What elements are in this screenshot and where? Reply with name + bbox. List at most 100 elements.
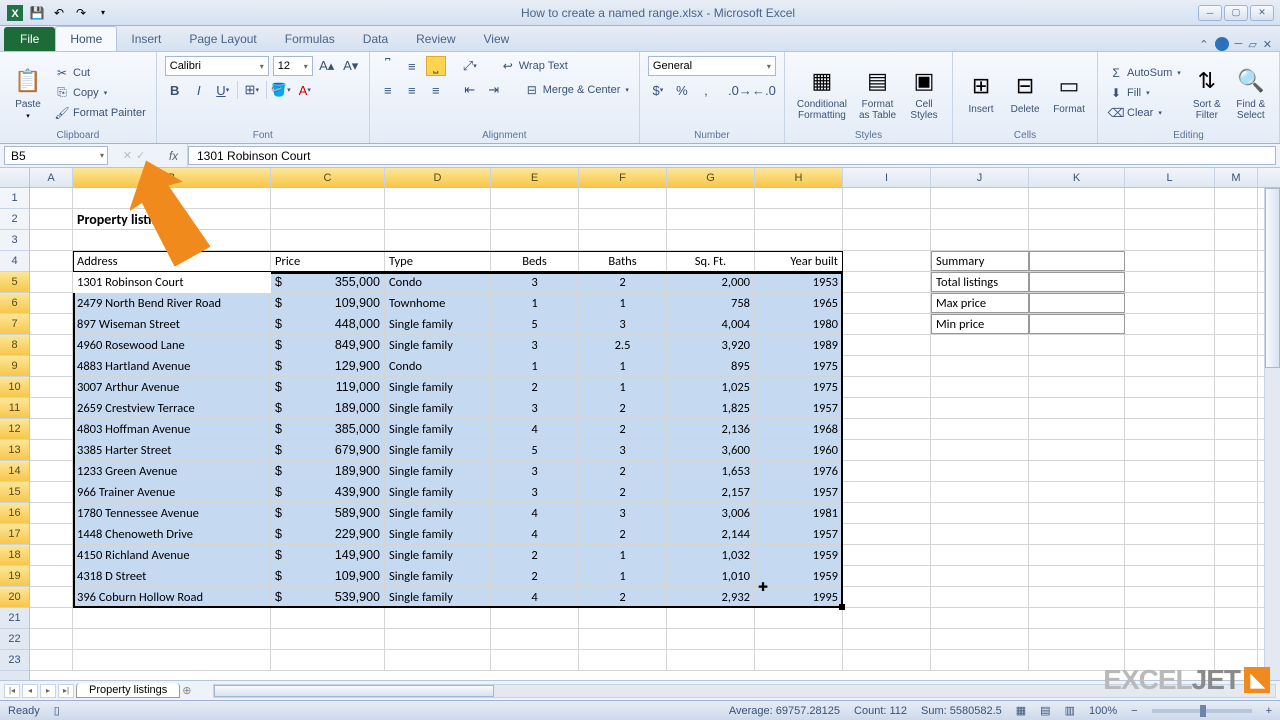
tab-view[interactable]: View xyxy=(470,27,524,51)
cell-M12[interactable] xyxy=(1215,419,1258,439)
cell-F19[interactable]: 1 xyxy=(579,566,667,586)
cell-H12[interactable]: 1968 xyxy=(755,419,843,439)
cell-E7[interactable]: 5 xyxy=(491,314,579,334)
cell-G20[interactable]: 2,932 xyxy=(667,587,755,607)
cell-J8[interactable] xyxy=(931,335,1029,355)
cell-J22[interactable] xyxy=(931,629,1029,649)
cell-I17[interactable] xyxy=(843,524,931,544)
cell-D8[interactable]: Single family xyxy=(385,335,491,355)
cell-I23[interactable] xyxy=(843,650,931,670)
cell-K10[interactable] xyxy=(1029,377,1125,397)
cell-D6[interactable]: Townhome xyxy=(385,293,491,313)
cell-B7[interactable]: 897 Wiseman Street xyxy=(73,314,271,334)
name-box[interactable]: B5▾ xyxy=(4,146,108,165)
window-close-icon[interactable]: ✕ xyxy=(1263,38,1272,51)
cell-G6[interactable]: 758 xyxy=(667,293,755,313)
cell-E3[interactable] xyxy=(491,230,579,250)
cell-K18[interactable] xyxy=(1029,545,1125,565)
cell-E4[interactable]: Beds xyxy=(491,251,579,271)
delete-cells-button[interactable]: ⊟Delete xyxy=(1005,56,1045,129)
cell-C20[interactable]: $539,900 xyxy=(271,587,385,607)
format-painter-button[interactable]: 🖌Format Painter xyxy=(52,104,148,122)
cell-D13[interactable]: Single family xyxy=(385,440,491,460)
row-header-18[interactable]: 18 xyxy=(0,545,29,566)
cell-I11[interactable] xyxy=(843,398,931,418)
cell-D17[interactable]: Single family xyxy=(385,524,491,544)
cell-K7[interactable] xyxy=(1029,314,1125,334)
cell-K21[interactable] xyxy=(1029,608,1125,628)
cell-M10[interactable] xyxy=(1215,377,1258,397)
cell-H3[interactable] xyxy=(755,230,843,250)
align-bottom-icon[interactable]: ⎵ xyxy=(426,56,446,76)
cell-G18[interactable]: 1,032 xyxy=(667,545,755,565)
cell-L3[interactable] xyxy=(1125,230,1215,250)
cell-F14[interactable]: 2 xyxy=(579,461,667,481)
cell-B18[interactable]: 4150 Richland Avenue xyxy=(73,545,271,565)
col-header-D[interactable]: D xyxy=(385,168,491,187)
cell-I5[interactable] xyxy=(843,272,931,292)
cell-D7[interactable]: Single family xyxy=(385,314,491,334)
cell-J11[interactable] xyxy=(931,398,1029,418)
col-header-C[interactable]: C xyxy=(271,168,385,187)
cell-E8[interactable]: 3 xyxy=(491,335,579,355)
cell-C2[interactable] xyxy=(271,209,385,229)
tab-home[interactable]: Home xyxy=(55,26,117,51)
decrease-indent-icon[interactable]: ⇤ xyxy=(460,80,480,100)
cell-C8[interactable]: $849,900 xyxy=(271,335,385,355)
cell-H11[interactable]: 1957 xyxy=(755,398,843,418)
cell-G3[interactable] xyxy=(667,230,755,250)
cell-J5[interactable]: Total listings xyxy=(931,272,1029,292)
cell-A10[interactable] xyxy=(30,377,73,397)
cell-C6[interactable]: $109,900 xyxy=(271,293,385,313)
cell-B14[interactable]: 1233 Green Avenue xyxy=(73,461,271,481)
cell-M13[interactable] xyxy=(1215,440,1258,460)
cell-G21[interactable] xyxy=(667,608,755,628)
cell-M14[interactable] xyxy=(1215,461,1258,481)
cell-D18[interactable]: Single family xyxy=(385,545,491,565)
window-restore-icon[interactable]: ▱ xyxy=(1248,38,1256,51)
cell-K12[interactable] xyxy=(1029,419,1125,439)
cell-M7[interactable] xyxy=(1215,314,1258,334)
cell-C14[interactable]: $189,900 xyxy=(271,461,385,481)
cell-G23[interactable] xyxy=(667,650,755,670)
col-header-K[interactable]: K xyxy=(1029,168,1125,187)
cell-H20[interactable]: 1995 xyxy=(755,587,843,607)
cell-E6[interactable]: 1 xyxy=(491,293,579,313)
cell-M19[interactable] xyxy=(1215,566,1258,586)
cell-K4[interactable] xyxy=(1029,251,1125,271)
cell-H2[interactable] xyxy=(755,209,843,229)
window-minimize-icon[interactable]: ─ xyxy=(1235,38,1243,50)
cell-M4[interactable] xyxy=(1215,251,1258,271)
cell-B10[interactable]: 3007 Arthur Avenue xyxy=(73,377,271,397)
row-header-17[interactable]: 17 xyxy=(0,524,29,545)
cell-F9[interactable]: 1 xyxy=(579,356,667,376)
cell-L6[interactable] xyxy=(1125,293,1215,313)
cell-D3[interactable] xyxy=(385,230,491,250)
cell-A6[interactable] xyxy=(30,293,73,313)
cell-E9[interactable]: 1 xyxy=(491,356,579,376)
cell-K22[interactable] xyxy=(1029,629,1125,649)
row-header-20[interactable]: 20 xyxy=(0,587,29,608)
cell-B4[interactable]: Address xyxy=(73,251,271,271)
cell-F16[interactable]: 3 xyxy=(579,503,667,523)
cell-C22[interactable] xyxy=(271,629,385,649)
cell-B9[interactable]: 4883 Hartland Avenue xyxy=(73,356,271,376)
zoom-out-icon[interactable]: − xyxy=(1131,705,1137,717)
row-header-21[interactable]: 21 xyxy=(0,608,29,629)
cell-M16[interactable] xyxy=(1215,503,1258,523)
cell-I15[interactable] xyxy=(843,482,931,502)
zoom-level[interactable]: 100% xyxy=(1089,705,1117,717)
cell-M22[interactable] xyxy=(1215,629,1258,649)
cell-C7[interactable]: $448,000 xyxy=(271,314,385,334)
align-left-icon[interactable]: ≡ xyxy=(378,80,398,100)
cell-B1[interactable] xyxy=(73,188,271,208)
clear-button[interactable]: ⌫Clear▾ xyxy=(1106,104,1183,122)
tab-file[interactable]: File xyxy=(4,27,55,51)
cell-K5[interactable] xyxy=(1029,272,1125,292)
cell-H1[interactable] xyxy=(755,188,843,208)
qat-dropdown-icon[interactable]: ▾ xyxy=(94,4,112,22)
align-center-icon[interactable]: ≡ xyxy=(402,80,422,100)
vscroll-thumb[interactable] xyxy=(1265,188,1280,368)
cell-E11[interactable]: 3 xyxy=(491,398,579,418)
cell-B23[interactable] xyxy=(73,650,271,670)
